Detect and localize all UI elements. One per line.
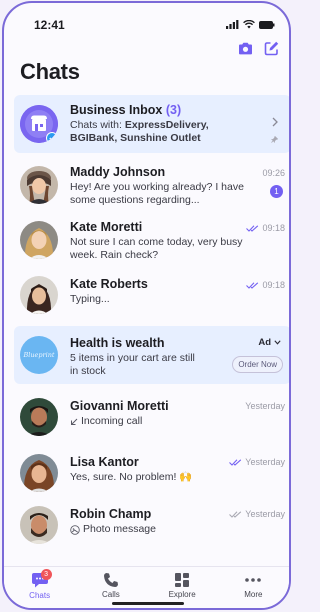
wifi-icon	[243, 20, 255, 29]
avatar	[20, 221, 58, 259]
camera-icon	[238, 42, 252, 54]
chat-preview: 5 items in your cart are still in stock	[70, 352, 195, 377]
chat-name: Health is wealth	[70, 336, 165, 350]
phone-frame: 12:41 Chats Business Inbox (3) Chats wit…	[2, 1, 291, 610]
more-dots-icon	[245, 578, 262, 582]
ad-label-text: Ad	[258, 337, 271, 348]
avatar	[20, 398, 58, 436]
avatar	[20, 454, 58, 492]
chat-row-business-inbox[interactable]: Business Inbox (3) Chats with: ExpressDe…	[14, 95, 289, 153]
avatar	[20, 276, 58, 314]
chat-row-lisa-kantor[interactable]: Lisa Kantor Yes, sure. No problem! 🙌 Yes…	[14, 445, 289, 499]
chat-row-kate-moretti[interactable]: Kate Moretti Not sure I can come today, …	[14, 212, 289, 266]
chat-name: Maddy Johnson	[70, 165, 166, 179]
ad-label[interactable]: Ad	[258, 337, 281, 348]
preview-text: Incoming call	[81, 415, 143, 427]
business-inbox-avatar	[20, 105, 58, 143]
double-check-icon	[229, 458, 242, 466]
compose-icon	[264, 41, 278, 55]
signal-icon	[226, 20, 239, 29]
avatar	[20, 506, 58, 544]
chats-badge: 3	[40, 569, 52, 580]
chat-name: Kate Roberts	[70, 277, 148, 291]
top-actions	[237, 40, 279, 56]
nav-chats[interactable]: 3 Chats	[10, 569, 70, 600]
nav-label: More	[244, 590, 263, 599]
status-time: 12:41	[34, 18, 65, 32]
explore-grid-icon	[175, 573, 190, 587]
page-title: Chats	[20, 59, 80, 84]
double-check-icon	[229, 510, 242, 518]
time-text: Yesterday	[245, 457, 285, 467]
chat-name: Robin Champ	[70, 507, 152, 521]
nav-explore[interactable]: Explore	[152, 572, 212, 599]
chat-preview: Photo message	[70, 523, 250, 536]
double-check-icon	[246, 281, 259, 289]
battery-icon	[259, 20, 275, 29]
chat-row-kate-roberts[interactable]: Kate Roberts Typing... 09:18	[14, 267, 289, 321]
business-inbox-title: Business Inbox	[70, 103, 163, 117]
chat-preview: Not sure I can come today, very busy wee…	[70, 236, 243, 261]
nav-label: Chats	[29, 591, 51, 600]
incoming-call-arrow-icon	[71, 418, 78, 425]
chat-time: 09:18	[246, 280, 285, 290]
chat-row-giovanni-moretti[interactable]: Giovanni Moretti Incoming call Yesterday	[14, 389, 289, 443]
camera-button[interactable]	[237, 40, 253, 56]
preview-prefix: Chats with:	[70, 119, 125, 131]
pin-icon	[271, 136, 278, 143]
chevron-down-icon	[274, 340, 281, 345]
compose-button[interactable]	[263, 40, 279, 56]
time-text: Yesterday	[245, 509, 285, 519]
ad-avatar-text: Blueprint	[23, 351, 55, 359]
nav-calls[interactable]: Calls	[81, 572, 141, 599]
time-text: 09:18	[262, 280, 285, 290]
photo-icon	[70, 524, 80, 535]
chat-time: Yesterday	[245, 401, 285, 411]
phone-icon	[103, 573, 118, 587]
chevron-right-icon[interactable]	[272, 117, 278, 127]
status-bar: 12:41	[4, 3, 289, 33]
chat-name: Lisa Kantor	[70, 455, 139, 469]
double-check-icon	[246, 224, 259, 232]
chat-time: 09:18	[246, 223, 285, 233]
time-text: 09:18	[262, 223, 285, 233]
status-icons	[226, 20, 275, 29]
nav-label: Explore	[168, 590, 196, 599]
chat-preview: Yes, sure. No problem! 🙌	[70, 471, 193, 483]
home-indicator	[112, 602, 184, 605]
chat-row-ad-health[interactable]: Blueprint Health is wealth 5 items in yo…	[14, 326, 289, 384]
chat-row-maddy-johnson[interactable]: Maddy Johnson Hey! Are you working alrea…	[14, 157, 289, 211]
chat-preview: Incoming call	[70, 415, 250, 428]
order-now-button[interactable]: Order Now	[232, 356, 283, 373]
chat-time: Yesterday	[229, 457, 285, 467]
chat-preview: Hey! Are you working already? I have som…	[70, 181, 244, 206]
chat-name: Business Inbox (3)	[70, 103, 181, 117]
chat-time: Yesterday	[229, 509, 285, 519]
chat-time: 09:26	[262, 168, 285, 178]
avatar	[20, 166, 58, 204]
chat-name: Giovanni Moretti	[70, 399, 169, 413]
chat-row-robin-champ[interactable]: Robin Champ Photo message Yesterday	[14, 497, 289, 551]
unread-badge: 1	[270, 185, 283, 198]
chat-preview: Chats with: ExpressDelivery, BGIBank, Su…	[70, 119, 250, 145]
nav-label: Calls	[101, 590, 120, 599]
chat-preview: Typing...	[70, 293, 110, 305]
ad-avatar: Blueprint	[20, 336, 58, 374]
preview-text: Photo message	[83, 523, 156, 535]
verified-check-icon	[46, 132, 58, 143]
nav-more[interactable]: More	[223, 572, 283, 599]
business-inbox-count: (3)	[165, 103, 182, 117]
chat-name: Kate Moretti	[70, 220, 143, 234]
